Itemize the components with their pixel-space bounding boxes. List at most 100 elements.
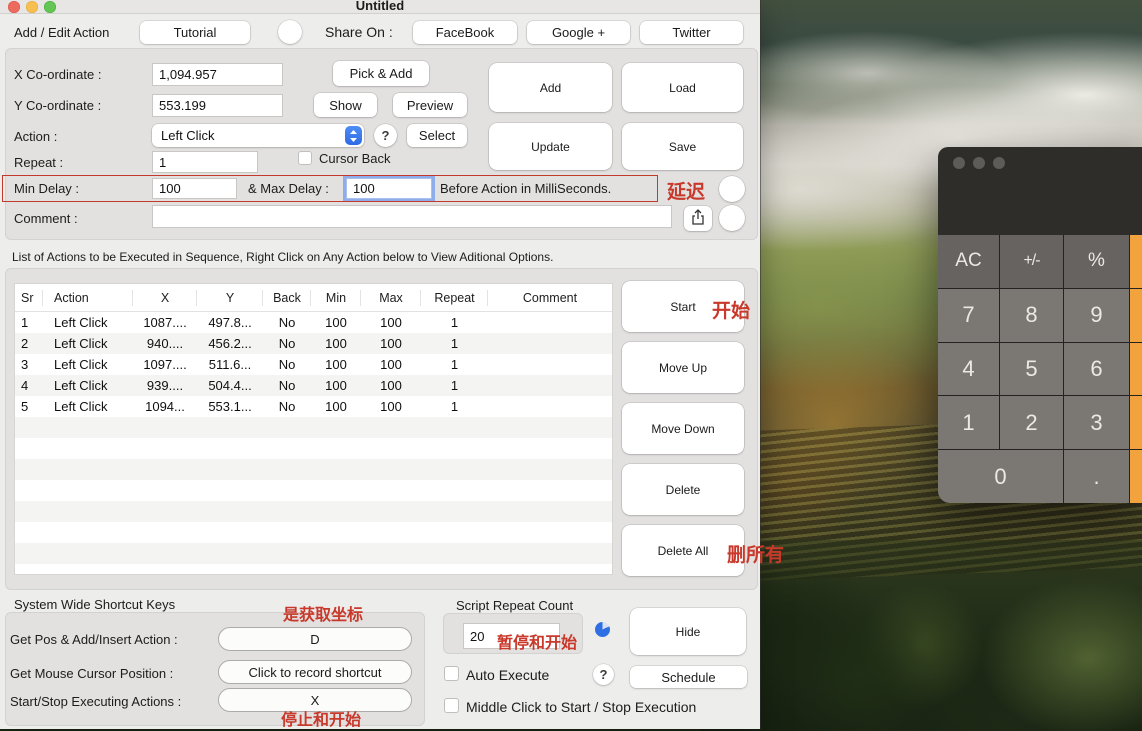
column-header[interactable]: Action	[43, 284, 133, 312]
calc-3-button[interactable]: 3	[1064, 396, 1129, 449]
add-button[interactable]: Add	[489, 63, 612, 112]
calc-minus-button[interactable]	[1130, 343, 1142, 396]
table-cell: 100	[311, 357, 361, 372]
min-delay-field[interactable]	[152, 178, 237, 199]
auto-execute-checkbox[interactable]	[444, 666, 459, 681]
calc-equals-button[interactable]	[1130, 450, 1142, 503]
table-cell: Left Click	[43, 357, 133, 372]
record-shortcut-button[interactable]: Click to record shortcut	[218, 660, 412, 684]
action-help-button[interactable]: ?	[374, 124, 397, 147]
delete-button[interactable]: Delete	[622, 464, 744, 515]
save-button[interactable]: Save	[622, 123, 743, 170]
table-cell: 100	[361, 336, 421, 351]
calc-percent-button[interactable]: %	[1064, 235, 1129, 288]
action-dropdown-value: Left Click	[152, 128, 345, 143]
schedule-button[interactable]: Schedule	[630, 666, 747, 688]
x-coordinate-label: X Co-ordinate :	[14, 67, 101, 82]
pick-add-button[interactable]: Pick & Add	[333, 61, 429, 86]
calc-6-button[interactable]: 6	[1064, 343, 1129, 396]
get-pos-shortcut-button[interactable]: D	[218, 627, 412, 651]
show-button[interactable]: Show	[314, 93, 377, 117]
table-cell: 1094...	[133, 399, 197, 414]
delay-suffix-label: Before Action in MilliSeconds.	[440, 181, 611, 196]
delete-all-button[interactable]: Delete All	[622, 525, 744, 576]
calc-ac-button[interactable]: AC	[938, 235, 999, 288]
table-row[interactable]: 5 Left Click 1094... 553.1... No 100 100…	[15, 396, 612, 417]
calc-7-button[interactable]: 7	[938, 289, 999, 342]
calc-0-button[interactable]: 0	[938, 450, 1063, 503]
column-header[interactable]: Max	[361, 284, 421, 312]
table-cell: 1	[421, 357, 488, 372]
twitter-share-button[interactable]: Twitter	[640, 21, 743, 44]
share-on-label: Share On :	[325, 24, 393, 40]
calculator-titlebar[interactable]	[938, 147, 1142, 235]
table-cell: 100	[361, 315, 421, 330]
update-button[interactable]: Update	[489, 123, 612, 170]
calc-8-button[interactable]: 8	[1000, 289, 1063, 342]
calc-5-button[interactable]: 5	[1000, 343, 1063, 396]
y-coordinate-field[interactable]	[152, 94, 283, 117]
column-header[interactable]: Repeat	[421, 284, 488, 312]
middle-click-checkbox[interactable]	[444, 698, 459, 713]
calc-9-button[interactable]: 9	[1064, 289, 1129, 342]
comment-field[interactable]	[152, 205, 672, 228]
cursor-back-checkbox[interactable]	[298, 151, 312, 165]
column-header[interactable]: Y	[197, 284, 263, 312]
script-repeat-label: Script Repeat Count	[456, 598, 573, 613]
preview-button[interactable]: Preview	[393, 93, 467, 117]
get-pos-label: Get Pos & Add/Insert Action :	[10, 632, 178, 647]
table-cell: No	[263, 336, 311, 351]
share-icon	[691, 209, 705, 229]
column-header[interactable]: X	[133, 284, 197, 312]
column-header[interactable]: Comment	[488, 284, 612, 312]
calc-1-button[interactable]: 1	[938, 396, 999, 449]
table-row[interactable]: 1 Left Click 1087.... 497.8... No 100 10…	[15, 312, 612, 333]
table-row[interactable]: 3 Left Click 1097.... 511.6... No 100 10…	[15, 354, 612, 375]
x-coordinate-field[interactable]	[152, 63, 283, 86]
table-row[interactable]: 4 Left Click 939.... 504.4... No 100 100…	[15, 375, 612, 396]
facebook-share-button[interactable]: FaceBook	[413, 21, 517, 44]
column-header[interactable]: Back	[263, 284, 311, 312]
table-cell: 1	[421, 315, 488, 330]
column-header[interactable]: Min	[311, 284, 361, 312]
googleplus-share-button[interactable]: Google +	[527, 21, 630, 44]
share-action-button[interactable]	[684, 206, 712, 231]
round-toggle-comment[interactable]	[719, 205, 745, 231]
load-button[interactable]: Load	[622, 63, 743, 112]
max-delay-field[interactable]	[346, 178, 432, 199]
calc-multiply-button[interactable]	[1130, 289, 1142, 342]
middle-click-label: Middle Click to Start / Stop Execution	[466, 699, 696, 715]
move-down-button[interactable]: Move Down	[622, 403, 744, 454]
auto-execute-help-button[interactable]: ?	[593, 664, 614, 685]
calc-minimize-button[interactable]	[973, 157, 985, 169]
calc-zoom-button[interactable]	[993, 157, 1005, 169]
tutorial-button[interactable]: Tutorial	[140, 21, 250, 44]
hide-button[interactable]: Hide	[630, 608, 746, 655]
table-cell: 456.2...	[197, 336, 263, 351]
column-header[interactable]: Sr	[15, 284, 43, 312]
annotation-get-pos: 是获取坐标	[283, 601, 363, 625]
calc-plus-button[interactable]	[1130, 396, 1142, 449]
table-cell: 1	[421, 336, 488, 351]
action-label: Action :	[14, 129, 57, 144]
calc-plusminus-button[interactable]: +/-	[1000, 235, 1063, 288]
action-dropdown[interactable]: Left Click	[152, 124, 364, 147]
calc-decimal-button[interactable]: .	[1064, 450, 1129, 503]
table-cell: 1	[15, 315, 43, 330]
select-button[interactable]: Select	[407, 124, 467, 147]
table-cell: No	[263, 399, 311, 414]
table-row[interactable]: 2 Left Click 940.... 456.2... No 100 100…	[15, 333, 612, 354]
round-toggle-top[interactable]	[278, 20, 302, 44]
calc-divide-button[interactable]	[1130, 235, 1142, 288]
calc-close-button[interactable]	[953, 157, 965, 169]
table-body: 1 Left Click 1087.... 497.8... No 100 10…	[15, 312, 612, 574]
move-up-button[interactable]: Move Up	[622, 342, 744, 393]
calc-4-button[interactable]: 4	[938, 343, 999, 396]
table-cell: 1	[421, 399, 488, 414]
repeat-field[interactable]	[152, 151, 258, 173]
comment-label: Comment :	[14, 211, 78, 226]
table-cell: Left Click	[43, 336, 133, 351]
round-toggle-delay[interactable]	[719, 176, 745, 202]
window-titlebar[interactable]: Untitled	[0, 0, 760, 14]
calc-2-button[interactable]: 2	[1000, 396, 1063, 449]
